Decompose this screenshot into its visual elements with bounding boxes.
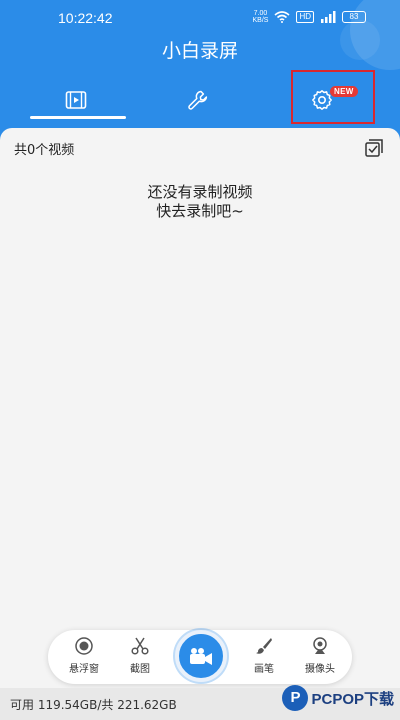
video-list-panel: 共0个视频 还没有录制视频 快去录制吧~: [0, 128, 400, 688]
record-button[interactable]: [175, 630, 227, 682]
video-count: 共0个视频: [14, 143, 75, 158]
battery-indicator: 83: [342, 11, 366, 23]
camera-button[interactable]: 摄像头: [298, 636, 342, 680]
storage-info: 可用 119.54GB/共 221.62GB: [10, 698, 177, 712]
highlight-annotation: [291, 70, 375, 124]
float-window-icon: [75, 637, 93, 655]
net-speed: 7.00 KB/S: [252, 10, 268, 24]
active-tab-indicator: [30, 116, 126, 119]
brush-label: 画笔: [254, 664, 274, 675]
net-speed-value: 7.00: [253, 10, 268, 17]
scissors-icon: [131, 637, 149, 655]
webcam-icon: [313, 637, 327, 654]
screenshot-label: 截图: [130, 664, 150, 675]
watermark: P PCPOP下载: [282, 680, 394, 716]
wrench-icon: [188, 90, 208, 110]
watermark-text: PCPOP下载: [311, 690, 394, 708]
footer-bar: 可用 119.54GB/共 221.62GB P PCPOP下载: [0, 685, 400, 720]
brush-icon: [256, 638, 272, 654]
status-icons: 7.00 KB/S HD 83: [252, 10, 366, 24]
empty-state-line: 快去录制吧~: [156, 202, 244, 220]
tab-videos[interactable]: [36, 80, 116, 120]
float-window-button[interactable]: 悬浮窗: [62, 636, 106, 680]
net-speed-unit: KB/S: [252, 17, 269, 24]
screenshot-button[interactable]: 截图: [118, 636, 162, 680]
camera-label: 摄像头: [305, 664, 335, 675]
status-time: 10:22:42: [58, 10, 113, 26]
hd-badge: HD: [296, 11, 314, 23]
page-title: 小白录屏: [161, 40, 238, 62]
tab-tools[interactable]: [158, 80, 238, 120]
empty-state-line: 还没有录制视频: [147, 183, 253, 201]
wifi-icon: [274, 11, 290, 23]
float-window-label: 悬浮窗: [69, 664, 99, 675]
video-icon: [65, 91, 87, 109]
watermark-logo: P: [282, 685, 309, 711]
batch-select-icon[interactable]: [364, 138, 384, 158]
video-camera-icon: [190, 648, 212, 665]
status-bar: 10:22:42 7.00 KB/S HD 83: [0, 8, 400, 28]
cellular-signal-icon: [321, 11, 336, 23]
empty-state-message: 还没有录制视频 快去录制吧~: [0, 183, 400, 221]
brush-button[interactable]: 画笔: [242, 636, 286, 680]
